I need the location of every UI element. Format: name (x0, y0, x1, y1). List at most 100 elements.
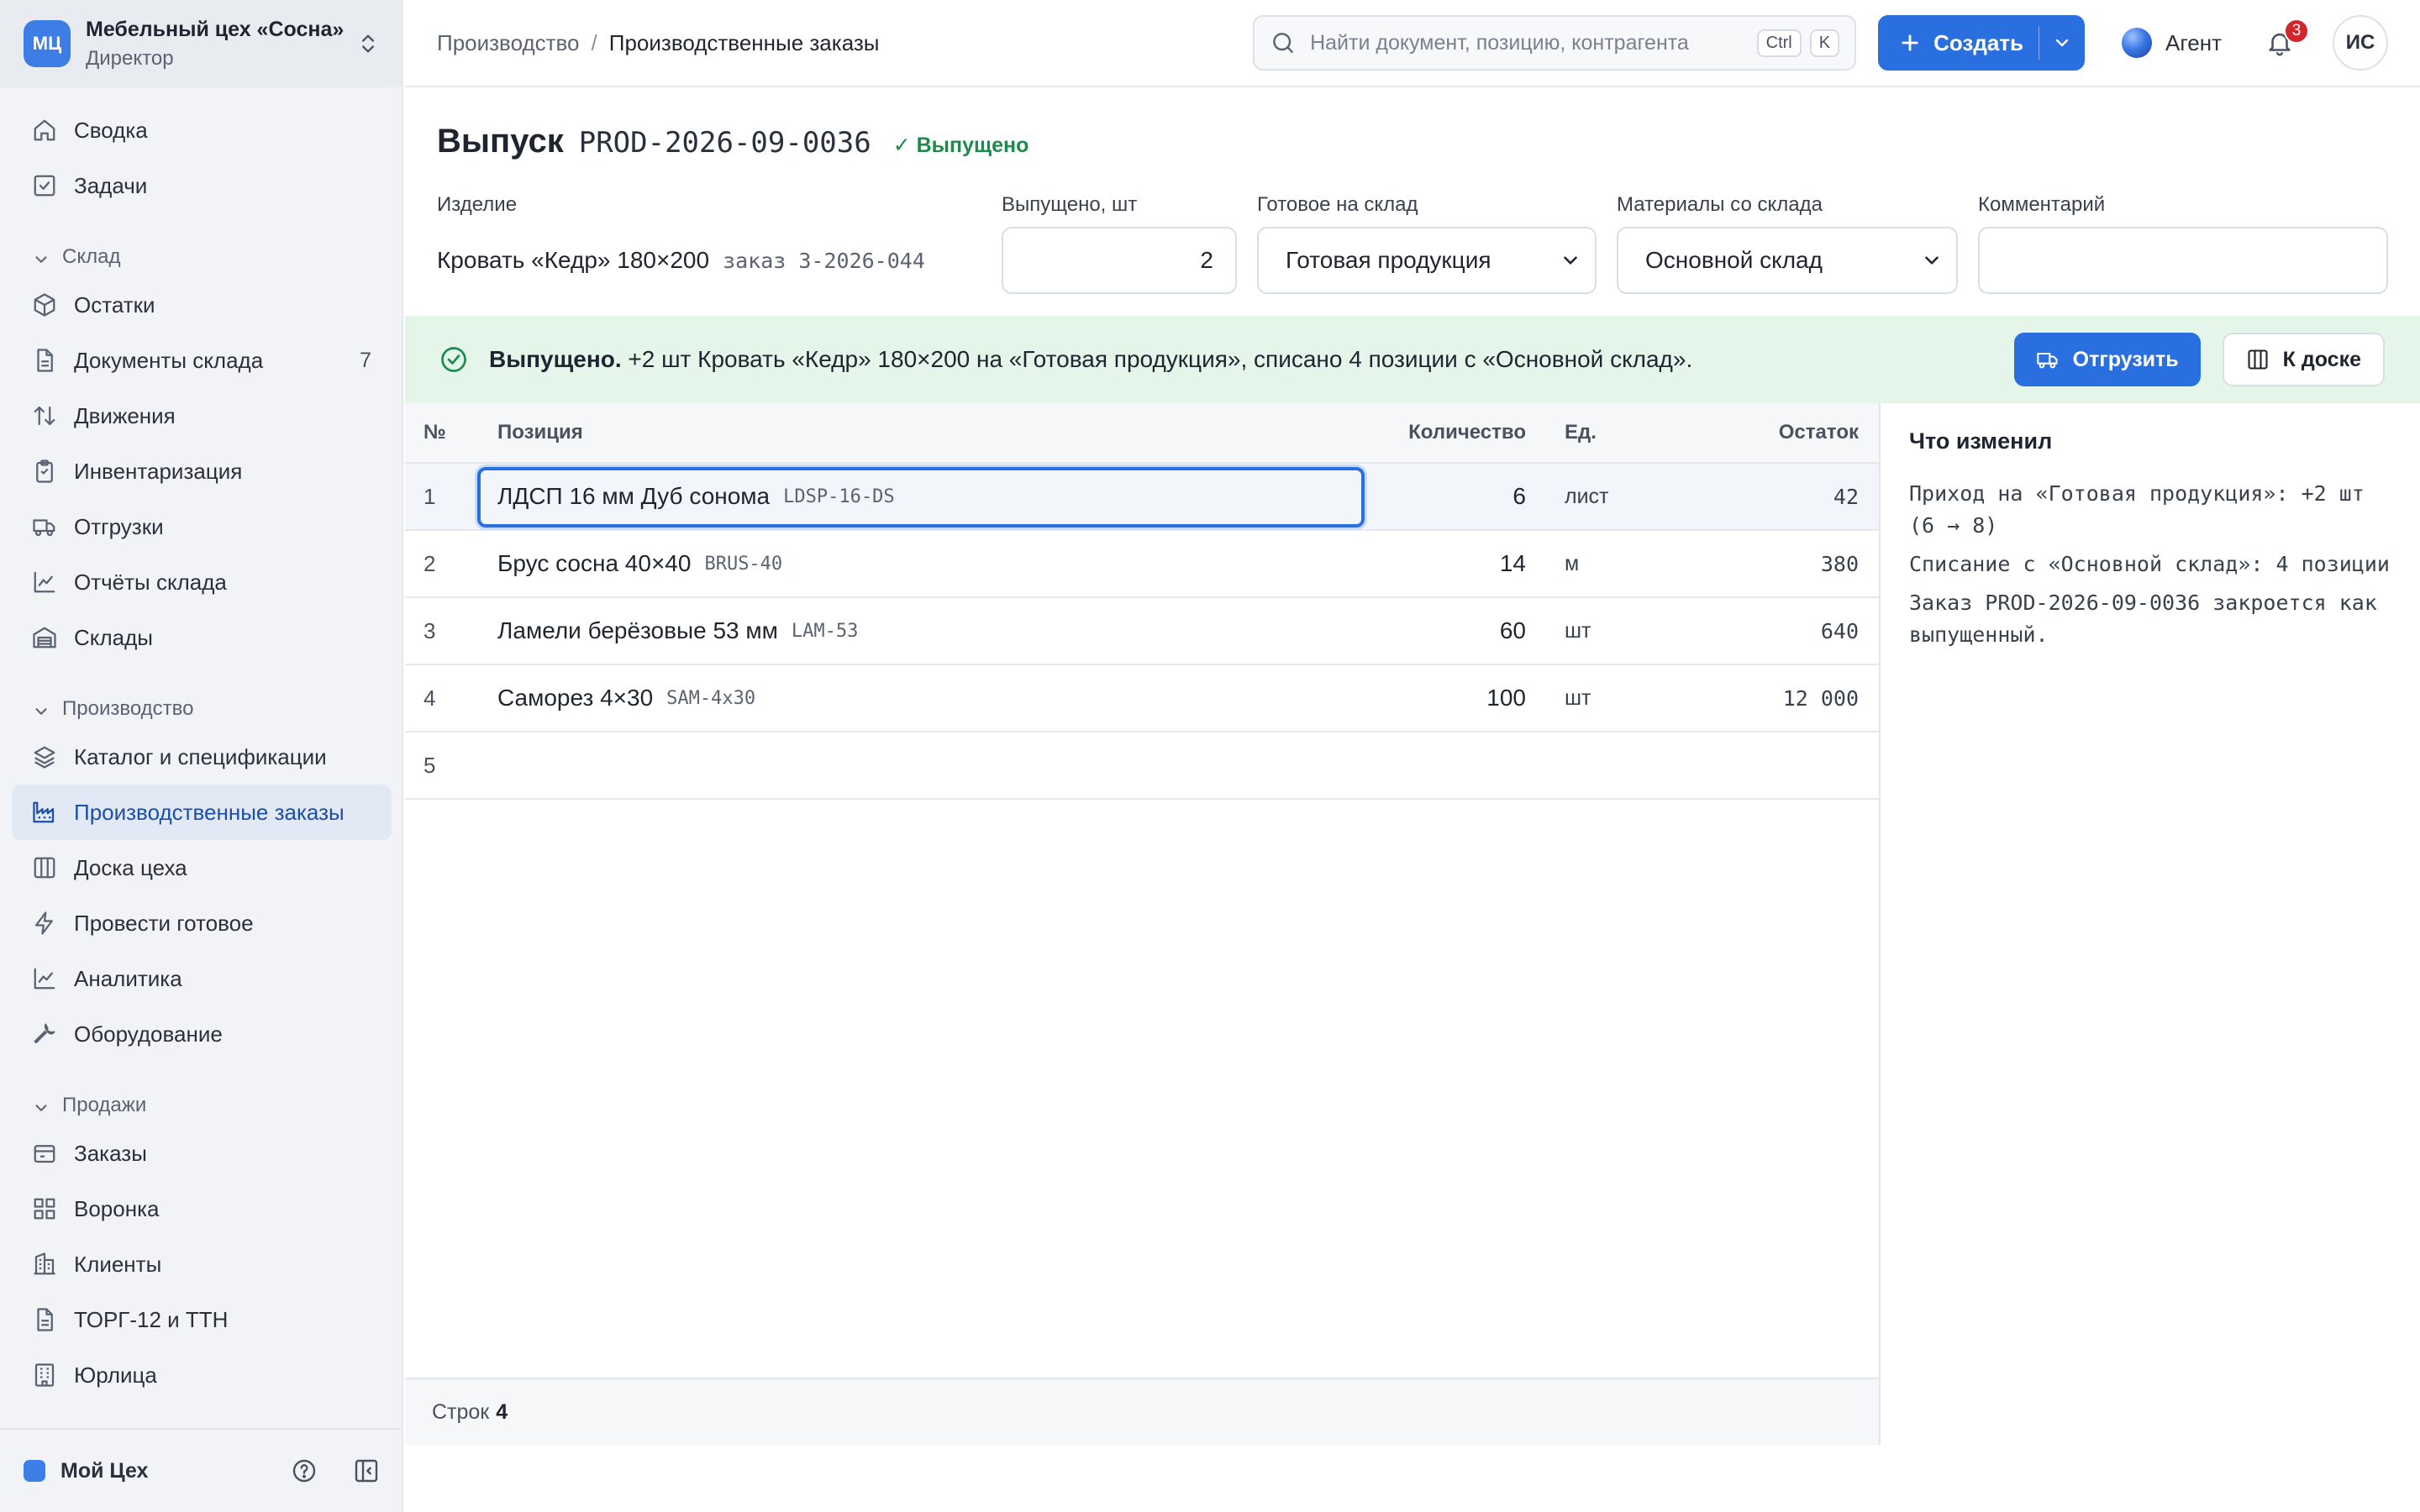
source-warehouse-select[interactable]: Основной склад (1617, 227, 1958, 294)
qty-input[interactable] (1002, 227, 1237, 294)
sidebar-section-warehouse[interactable]: Склад (0, 225, 403, 277)
target-warehouse-select[interactable]: Готовая продукция (1257, 227, 1597, 294)
sidebar-item-orders[interactable]: Заказы (0, 1126, 403, 1181)
row-position[interactable]: Саморез 4×30 SAM-4x30 (497, 665, 755, 731)
row-rest: 42 (1833, 484, 1859, 509)
table-row[interactable]: 3 Ламели берёзовые 53 мм LAM-53 60 шт 64… (405, 598, 1879, 665)
home-icon (32, 118, 57, 143)
search-icon (1270, 29, 1297, 56)
row-count: 4 (496, 1399, 508, 1424)
sidebar-item-label: Доска цеха (74, 854, 187, 880)
col-header-qty[interactable]: Количество (1408, 403, 1526, 462)
org-switcher[interactable]: МЦ Мебельный цех «Сосна» Директор (0, 0, 403, 87)
org-name: Мебельный цех «Сосна» (86, 17, 345, 41)
sidebar-item-clients[interactable]: Клиенты (0, 1236, 403, 1292)
workspace-color-dot (24, 1460, 45, 1482)
col-header-position[interactable]: Позиция (497, 403, 583, 462)
sidebar-item-label: Юрлица (74, 1362, 157, 1388)
sidebar-item-tasks[interactable]: Задачи (0, 158, 403, 213)
ship-button[interactable]: Отгрузить (2013, 333, 2201, 386)
row-unit: лист (1565, 484, 1609, 508)
section-title: Продажи (62, 1094, 147, 1116)
table-row[interactable]: 2 Брус сосна 40×40 BRUS-40 14 м 380 (405, 531, 1879, 598)
sidebar-item-legal-entities[interactable]: Юрлица (0, 1347, 403, 1403)
search-input[interactable] (1310, 30, 1749, 55)
sidebar-item-post-finished[interactable]: Провести готовое (0, 895, 403, 951)
sidebar-item-label: Отгрузки (74, 513, 164, 539)
sidebar-item-shop-board[interactable]: Доска цеха (0, 840, 403, 895)
sidebar-item-inventory[interactable]: Инвентаризация (0, 444, 403, 499)
sidebar-item-torg12[interactable]: ТОРГ-12 и ТТН (0, 1292, 403, 1347)
create-dropdown[interactable] (2039, 15, 2085, 71)
document-icon (32, 1307, 57, 1332)
comment-input[interactable] (1978, 227, 2388, 294)
row-qty[interactable]: 14 (1500, 531, 1526, 596)
user-avatar[interactable]: ИС (2333, 15, 2388, 71)
truck-icon (2036, 348, 2060, 371)
sidebar-section-sales[interactable]: Продажи (0, 1074, 403, 1126)
agent-button[interactable]: Агент (2122, 28, 2222, 58)
sidebar-item-analytics[interactable]: Аналитика (0, 951, 403, 1006)
create-button[interactable]: Создать (1878, 15, 2086, 71)
row-position[interactable]: Ламели берёзовые 53 мм LAM-53 (497, 598, 858, 664)
sidebar-item-stock[interactable]: Остатки (0, 277, 403, 333)
workspace-name[interactable]: Мой Цех (60, 1459, 255, 1483)
sidebar-item-production-orders[interactable]: Производственные заказы (12, 785, 392, 840)
sidebar-item-warehouses[interactable]: Склады (0, 610, 403, 665)
sidebar-item-count: 7 (360, 348, 371, 372)
product-order-ref[interactable]: заказ З-2026-044 (723, 249, 925, 273)
sidebar-item-movements[interactable]: Движения (0, 388, 403, 444)
success-banner: Выпущено. +2 шт Кровать «Кедр» 180×200 н… (405, 316, 2420, 403)
row-position[interactable] (497, 732, 511, 798)
sidebar-item-warehouse-docs[interactable]: Документы склада 7 (0, 333, 403, 388)
columns-icon (32, 855, 57, 880)
changes-title: Что изменил (1909, 428, 2053, 454)
changes-panel: Что изменил Приход на «Готовая продукция… (1909, 428, 2396, 658)
notifications-button[interactable]: 3 (2265, 18, 2309, 57)
row-qty[interactable]: 60 (1500, 598, 1526, 664)
collapse-sidebar-icon[interactable] (353, 1457, 380, 1484)
to-board-button[interactable]: К доске (2222, 333, 2385, 386)
layers-icon (32, 744, 57, 769)
sidebar-item-equipment[interactable]: Оборудование (0, 1006, 403, 1062)
check-circle-icon (439, 344, 469, 375)
office-icon (32, 1362, 57, 1388)
arrows-updown-icon (32, 403, 57, 428)
global-search[interactable]: Ctrl K (1253, 15, 1857, 71)
breadcrumb-separator: / (591, 29, 597, 55)
sidebar-item-shipments[interactable]: Отгрузки (0, 499, 403, 554)
select-value: Основной склад (1645, 247, 1823, 273)
sidebar-item-funnel[interactable]: Воронка (0, 1181, 403, 1236)
row-position[interactable]: ЛДСП 16 мм Дуб сонома LDSP-16-DS (497, 464, 895, 529)
sidebar-item-label: Движения (74, 402, 176, 428)
table-row[interactable]: 4 Саморез 4×30 SAM-4x30 100 шт 12 000 (405, 665, 1879, 732)
chevron-updown-icon[interactable] (356, 32, 380, 55)
row-qty[interactable]: 6 (1512, 464, 1526, 529)
table-row-empty[interactable]: 5 (405, 732, 1879, 800)
create-main[interactable]: Создать (1878, 15, 2039, 71)
row-number: 1 (424, 483, 436, 509)
breadcrumb-parent[interactable]: Производство (437, 30, 580, 56)
sidebar-item-label: Каталог и спецификации (74, 743, 327, 769)
help-icon[interactable] (291, 1457, 318, 1484)
lightning-icon (32, 911, 57, 936)
sidebar-section-production[interactable]: Производство (0, 677, 403, 729)
columns-icon (2246, 348, 2270, 371)
row-count-label: Строк (432, 1399, 490, 1424)
materials-table: № Позиция Количество Ед. Остаток 1 ЛДСП … (405, 403, 1881, 1445)
row-rest: 640 (1820, 618, 1859, 643)
table-row[interactable]: 1 ЛДСП 16 мм Дуб сонома LDSP-16-DS 6 лис… (405, 464, 1879, 531)
sidebar-item-warehouse-reports[interactable]: Отчёты склада (0, 554, 403, 610)
row-position[interactable]: Брус сосна 40×40 BRUS-40 (497, 531, 782, 596)
sidebar-item-catalog[interactable]: Каталог и спецификации (0, 729, 403, 785)
col-header-rest[interactable]: Остаток (1779, 403, 1859, 462)
product-value: Кровать «Кедр» 180×200 заказ З-2026-044 (437, 227, 975, 294)
chevron-down-icon (1560, 249, 1581, 271)
warehouse-icon (32, 625, 57, 650)
row-qty[interactable]: 100 (1486, 665, 1526, 731)
field-label: Материалы со склада (1617, 193, 1823, 216)
line-chart-icon (32, 570, 57, 595)
sidebar-item-summary[interactable]: Сводка (0, 102, 403, 158)
sidebar-item-label: Воронка (74, 1195, 160, 1221)
col-header-unit[interactable]: Ед. (1565, 403, 1597, 462)
